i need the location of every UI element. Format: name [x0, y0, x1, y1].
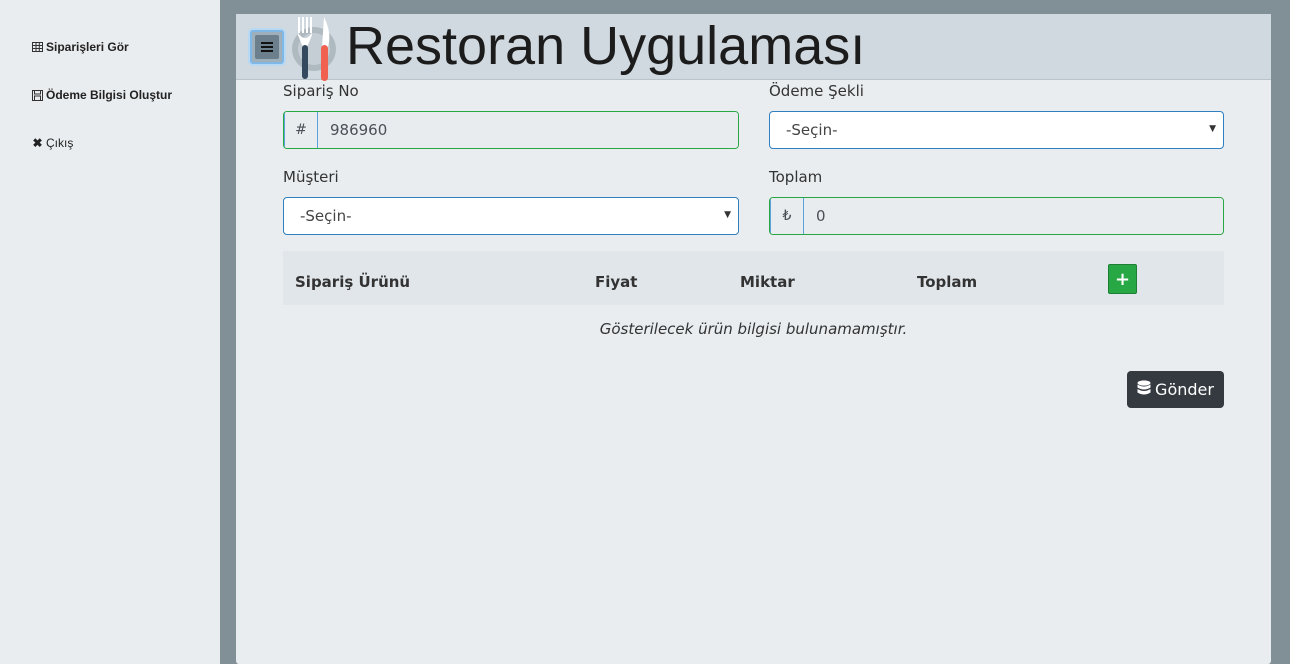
add-item-button[interactable]: +: [1108, 264, 1137, 294]
empty-message: Gösterilecek ürün bilgisi bulunamamıştır…: [599, 320, 908, 338]
total-field[interactable]: ₺ 0: [769, 197, 1224, 235]
payment-label: Ödeme Şekli: [769, 82, 864, 100]
close-icon: ✖: [32, 136, 43, 150]
save-icon: [32, 89, 43, 101]
submit-button[interactable]: Gönder: [1127, 371, 1224, 408]
menu-icon: [255, 35, 279, 59]
column-header-product: Sipariş Ürünü: [295, 273, 411, 291]
column-header-total: Toplam: [917, 273, 978, 291]
customer-label: Müşteri: [283, 168, 339, 186]
sidebar-item-label: Ödeme Bilgisi Oluştur: [46, 88, 173, 102]
sidebar-item-orders[interactable]: Siparişleri Gör: [32, 40, 129, 54]
database-icon: [1137, 379, 1151, 400]
total-value[interactable]: 0: [804, 198, 1223, 234]
submit-label: Gönder: [1155, 380, 1214, 399]
order-no-label: Sipariş No: [283, 82, 359, 100]
chevron-down-icon: ▼: [1209, 124, 1216, 134]
lira-prefix: ₺: [770, 198, 804, 234]
total-label: Toplam: [769, 168, 823, 186]
order-no-field[interactable]: # 986960: [283, 111, 739, 149]
app-title: Restoran Uygulaması: [346, 16, 866, 76]
sidebar-item-label: Siparişleri Gör: [46, 40, 129, 54]
sidebar-item-label: Çıkış: [46, 136, 74, 150]
table-icon: [32, 42, 43, 53]
customer-select[interactable]: -Seçin- ▼: [283, 197, 739, 235]
order-no-value[interactable]: 986960: [318, 112, 738, 148]
chevron-down-icon: ▼: [724, 210, 731, 220]
sidebar-item-payment[interactable]: Ödeme Bilgisi Oluştur: [32, 88, 172, 102]
sidebar: Siparişleri Gör Ödeme Bilgisi Oluştur ✖ …: [0, 0, 220, 664]
payment-select[interactable]: -Seçin- ▼: [769, 111, 1224, 149]
hash-prefix: #: [284, 112, 318, 148]
customer-selected: -Seçin-: [300, 207, 352, 225]
payment-selected: -Seçin-: [786, 121, 838, 139]
sidebar-item-logout[interactable]: ✖ Çıkış: [32, 136, 73, 150]
menu-toggle-button[interactable]: [250, 30, 284, 64]
fork-knife-icon: [288, 15, 344, 83]
column-header-price: Fiyat: [595, 273, 638, 291]
column-header-quantity: Miktar: [740, 273, 795, 291]
